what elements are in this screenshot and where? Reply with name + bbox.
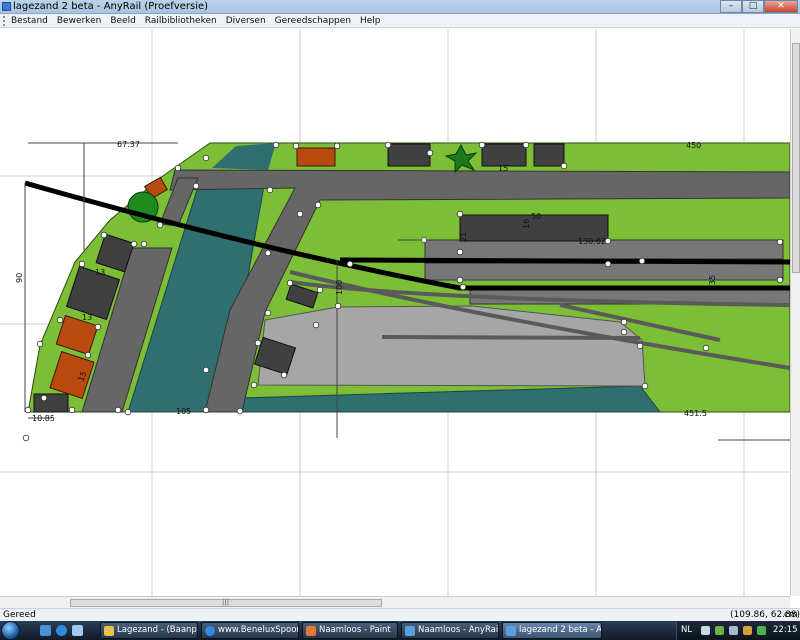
task-anyrail-naamloos[interactable]: Naamloos - AnyRail... xyxy=(401,622,499,639)
menu-railbibliotheken[interactable]: Railbibliotheken xyxy=(145,16,217,26)
window-title: lagezand 2 beta - AnyRail (Proefversie) xyxy=(13,1,209,12)
minimize-button[interactable]: – xyxy=(720,0,742,13)
unit-label: cm xyxy=(784,610,798,620)
building-top-2[interactable] xyxy=(481,143,527,167)
platform-2[interactable] xyxy=(424,262,784,281)
menu-bestand[interactable]: Bestand xyxy=(11,16,48,26)
building-top-1[interactable] xyxy=(387,143,431,167)
dim-top-right: 450 xyxy=(686,141,701,150)
task-label: Naamloos - Paint xyxy=(319,625,391,635)
dim-bottom-left: 10.85 xyxy=(32,414,55,423)
dim-bottom-right: 451.5 xyxy=(684,409,707,418)
horizontal-scrollbar[interactable]: ||| xyxy=(0,596,790,608)
task-label: Naamloos - AnyRail... xyxy=(418,625,499,635)
anyrail-icon xyxy=(405,626,415,636)
menu-bewerken[interactable]: Bewerken xyxy=(57,16,101,26)
ie-icon xyxy=(205,626,215,636)
task-lagezand-anyrail[interactable]: lagezand 2 beta - A... xyxy=(502,622,602,639)
dim-small-35: 35 xyxy=(708,275,717,285)
app-icon[interactable] xyxy=(2,2,11,11)
status-text: Gereed xyxy=(3,610,36,620)
dim-small-13: 13 xyxy=(95,268,105,277)
drawing-canvas[interactable]: 67.37 90 10.85 105 451.5 450 100 50 16 1… xyxy=(0,29,790,596)
tray-app-icon[interactable] xyxy=(701,626,710,635)
building-corner[interactable] xyxy=(33,393,69,413)
taskbar: Lagezand - (Baanpla... www.BeneluxSpoor.… xyxy=(0,621,800,640)
task-label: www.BeneluxSpoor.... xyxy=(218,625,299,635)
dim-small-13b: 13 xyxy=(82,313,92,322)
dim-center-vertical: 100 xyxy=(335,280,344,295)
close-button[interactable]: ✕ xyxy=(764,0,798,13)
folder-icon xyxy=(104,626,114,636)
dim-small-15-top: 15 xyxy=(498,164,508,173)
task-paint[interactable]: Naamloos - Paint xyxy=(302,622,398,639)
task-lagezand-baanplan[interactable]: Lagezand - (Baanpla... xyxy=(100,622,198,639)
menu-help[interactable]: Help xyxy=(360,16,381,26)
clock[interactable]: 22:15 xyxy=(773,625,798,635)
network-icon[interactable] xyxy=(715,626,724,635)
quicklaunch-ie-icon[interactable] xyxy=(56,625,67,636)
vertical-scrollbar[interactable] xyxy=(790,29,800,596)
anyrail-icon xyxy=(506,626,516,636)
roof-top[interactable] xyxy=(296,147,336,167)
plaza[interactable] xyxy=(257,305,646,387)
volume-icon[interactable] xyxy=(729,626,738,635)
title-bar: lagezand 2 beta - AnyRail (Proefversie) … xyxy=(0,0,800,14)
task-beneluxspoor[interactable]: www.BeneluxSpoor.... xyxy=(201,622,299,639)
dim-track-label: 130.02 xyxy=(578,237,606,246)
dim-small-21: 21 xyxy=(459,232,468,242)
language-indicator[interactable]: NL xyxy=(681,625,692,635)
building-top-3[interactable] xyxy=(533,143,565,167)
menu-bar: Bestand Bewerken Beeld Railbibliotheken … xyxy=(0,14,800,28)
scroll-grip-icon: ||| xyxy=(222,598,230,606)
menu-beeld[interactable]: Beeld xyxy=(110,16,135,26)
quicklaunch-switch-icon[interactable] xyxy=(72,625,83,636)
dim-bottom-mid: 105 xyxy=(176,407,191,416)
system-tray: NL 22:15 xyxy=(676,621,800,640)
menu-grip-icon xyxy=(3,15,7,26)
vertical-scroll-thumb[interactable] xyxy=(792,43,800,273)
maximize-button[interactable]: □ xyxy=(742,0,764,13)
window-controls: – □ ✕ xyxy=(720,0,798,13)
menu-diversen[interactable]: Diversen xyxy=(226,16,266,26)
tray-messenger-icon[interactable] xyxy=(757,626,766,635)
dim-top-width: 67.37 xyxy=(117,140,140,149)
dim-building-depth: 16 xyxy=(522,219,531,229)
tray-shield-icon[interactable] xyxy=(743,626,752,635)
menu-gereedschappen[interactable]: Gereedschappen xyxy=(275,16,351,26)
task-label: lagezand 2 beta - A... xyxy=(519,625,602,635)
quicklaunch-desktop-icon[interactable] xyxy=(40,625,51,636)
dim-building-width: 50 xyxy=(531,212,541,221)
paint-icon xyxy=(306,626,316,636)
status-bar: Gereed (109.86, 62.88) cm xyxy=(0,608,800,621)
start-button-icon[interactable] xyxy=(1,621,20,640)
task-label: Lagezand - (Baanpla... xyxy=(117,625,197,635)
dim-left-height: 90 xyxy=(15,273,24,283)
